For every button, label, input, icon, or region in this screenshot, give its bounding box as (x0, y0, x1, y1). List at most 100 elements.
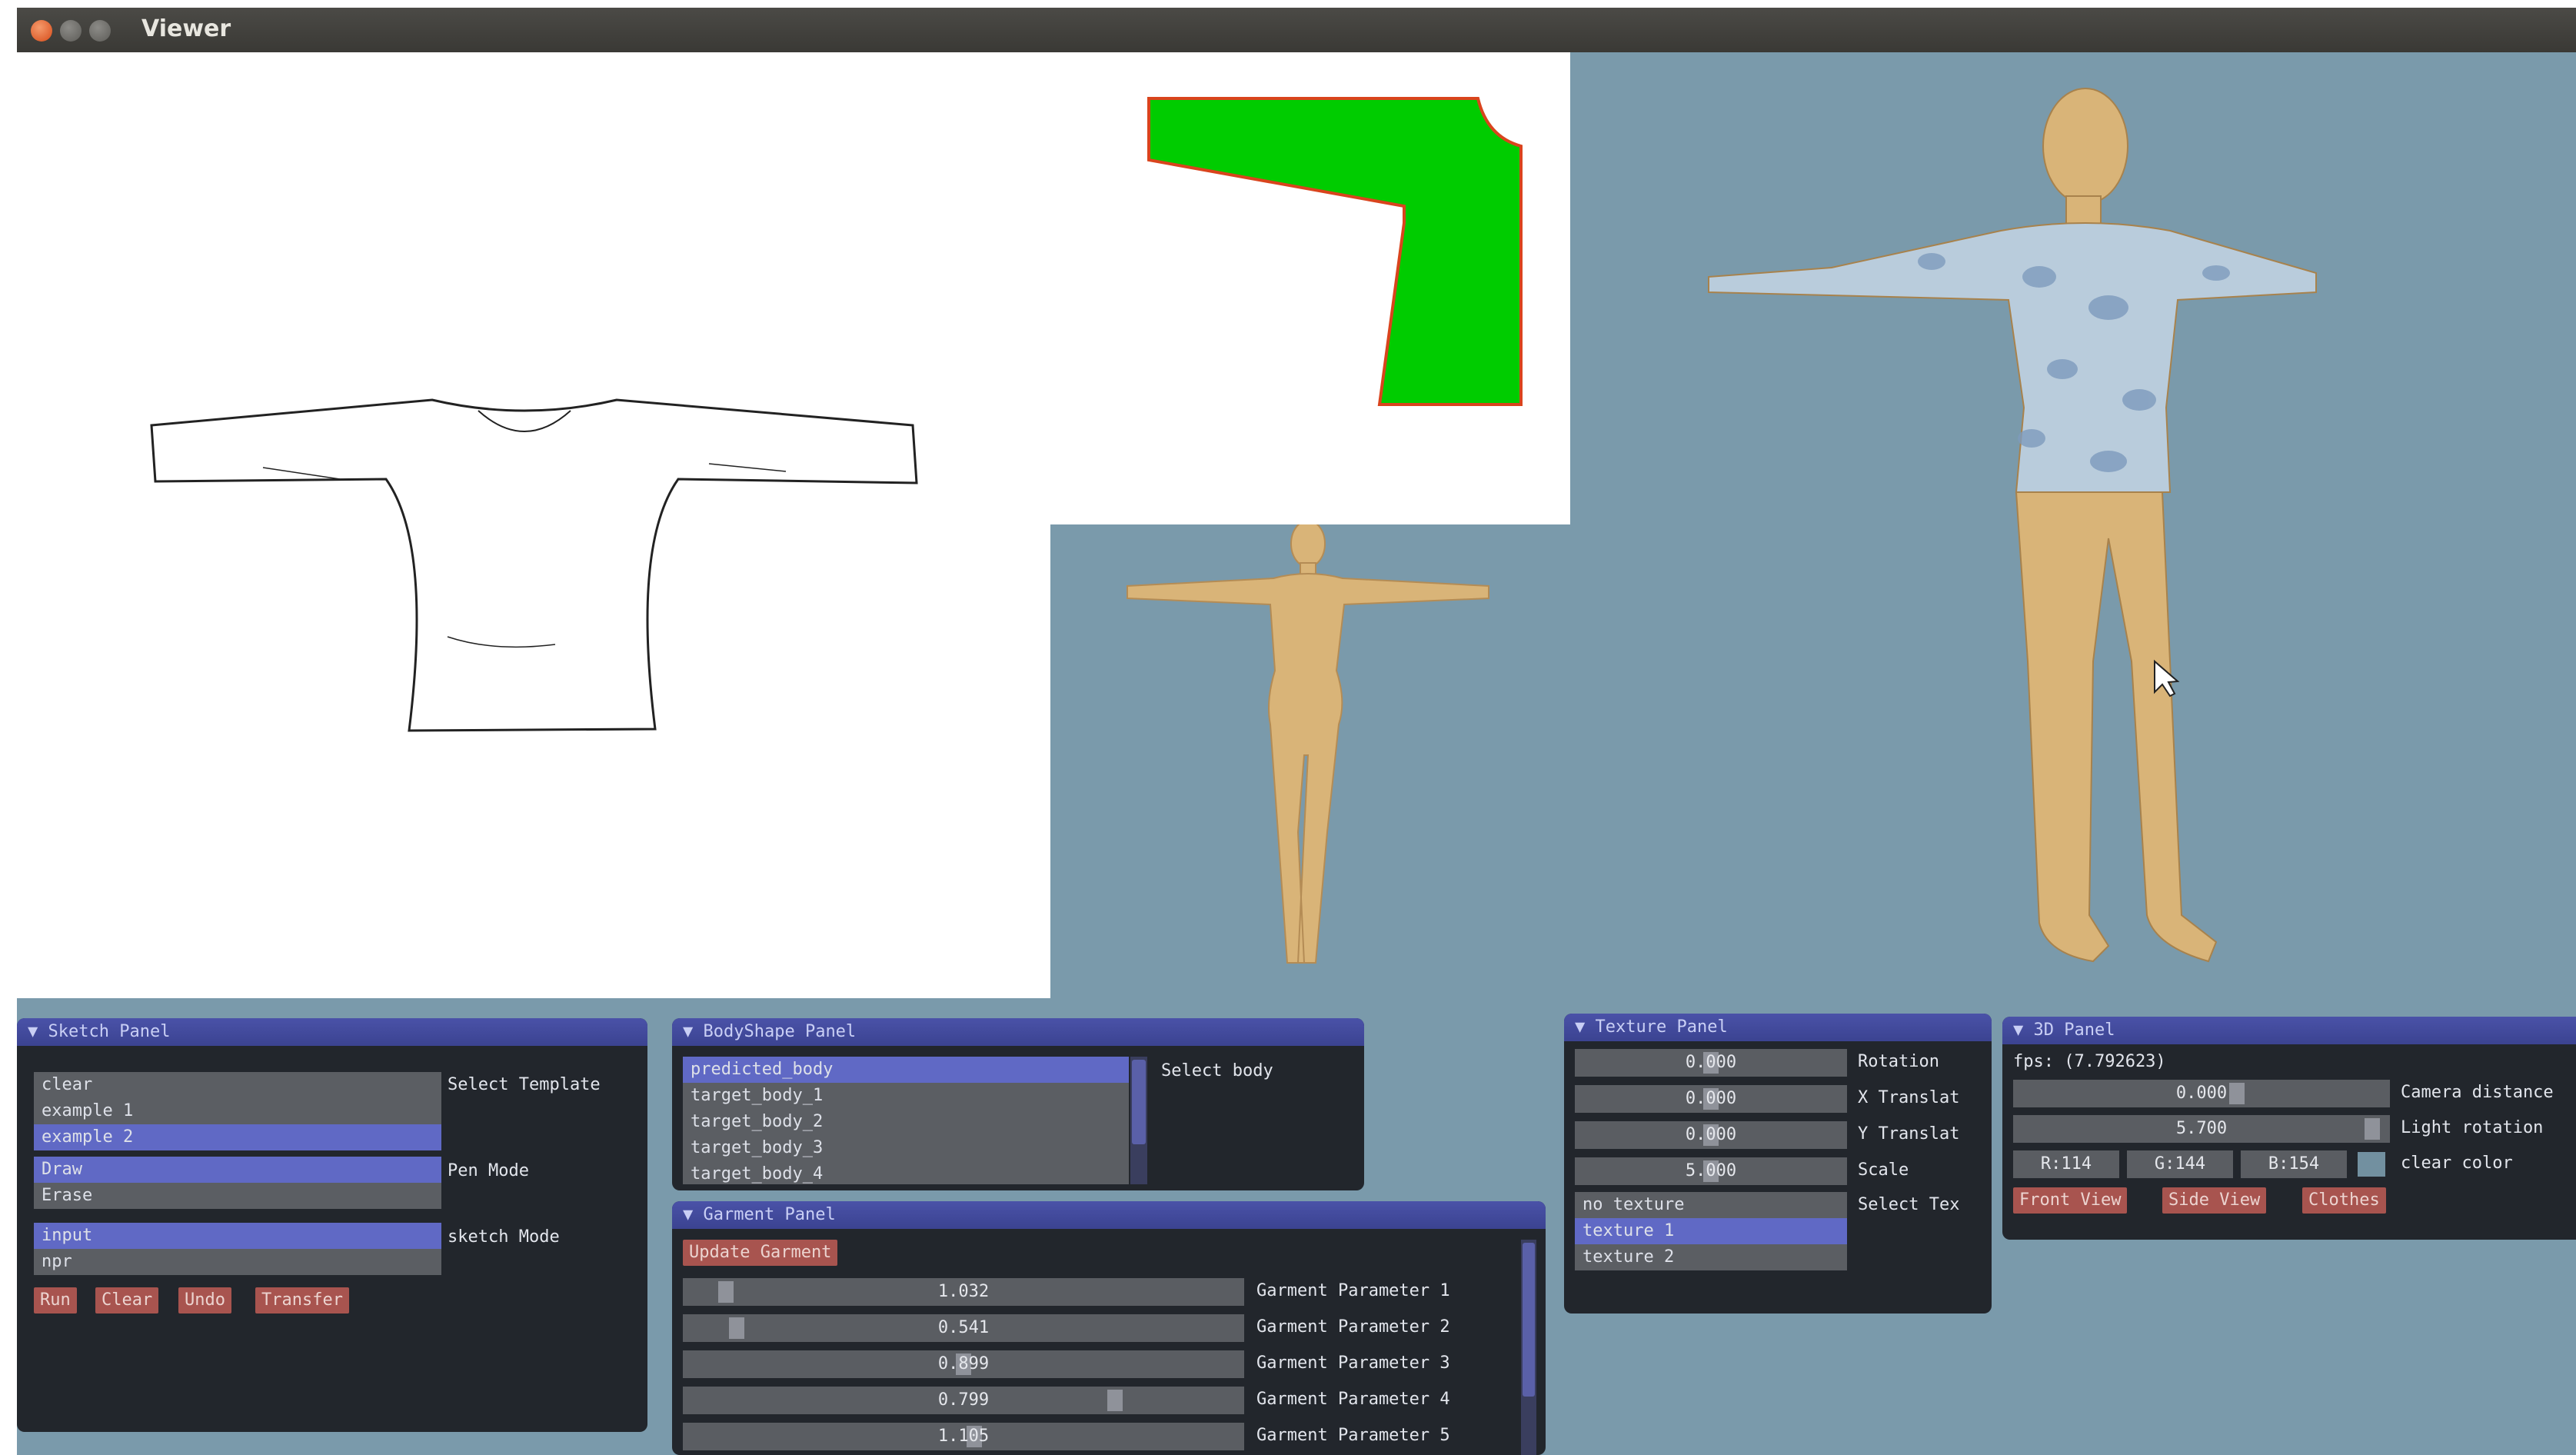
collapse-arrow-icon[interactable]: ▼ (28, 1022, 48, 1041)
clear-color-swatch[interactable] (2358, 1152, 2385, 1177)
pattern-canvas[interactable] (1050, 52, 1570, 524)
side-view-button[interactable]: Side View (2162, 1187, 2267, 1214)
textured-body-model (1708, 88, 2317, 963)
pen-mode-item[interactable]: Erase (34, 1183, 441, 1209)
texture-transform-slider[interactable]: 0.000 (1575, 1085, 1847, 1113)
template-item-selected[interactable]: example 2 (34, 1124, 441, 1150)
template-label: Select Template (448, 1075, 601, 1094)
texture-panel-title: Texture Panel (1595, 1017, 1728, 1037)
slider-value: 5.700 (2175, 1119, 2228, 1138)
sketch-mode-item-selected[interactable]: input (34, 1223, 441, 1249)
light-rotation-label: Light rotation (2401, 1118, 2544, 1137)
texture-panel-header[interactable]: ▼ Texture Panel (1564, 1014, 1992, 1041)
camera-distance-slider[interactable]: 0.000 (2013, 1080, 2390, 1107)
garment-panel-title: Garment Panel (703, 1205, 836, 1224)
body-list[interactable]: predicted_body target_body_1 target_body… (683, 1057, 1129, 1184)
garment-parameter-slider[interactable]: 1.105 (683, 1423, 1244, 1450)
garment-sketch (150, 398, 918, 732)
front-view-button[interactable]: Front View (2013, 1187, 2128, 1214)
body-item[interactable]: target_body_2 (683, 1109, 1129, 1135)
slider-value: 0.541 (937, 1318, 990, 1337)
texture-transform-label: Rotation (1858, 1052, 1939, 1071)
scrollbar-thumb[interactable] (1132, 1060, 1146, 1144)
pen-mode-item-selected[interactable]: Draw (34, 1157, 441, 1183)
clothes-button[interactable]: Clothes (2302, 1187, 2386, 1214)
minimize-window-icon[interactable] (60, 20, 82, 42)
garment-parameter-label: Garment Parameter 3 (1256, 1353, 1450, 1373)
collapse-arrow-icon[interactable]: ▼ (1575, 1017, 1596, 1037)
garment-parameter-slider[interactable]: 1.032 (683, 1278, 1244, 1306)
body-item[interactable]: target_body_3 (683, 1135, 1129, 1161)
garment-panel-scrollbar[interactable] (1521, 1240, 1536, 1455)
texture-item-selected[interactable]: texture 1 (1575, 1218, 1847, 1244)
title-bar: Viewer (17, 8, 2576, 52)
garment-pattern-piece (1147, 97, 1523, 406)
slider-value: 0.799 (937, 1390, 990, 1410)
texture-transform-slider[interactable]: 0.000 (1575, 1121, 1847, 1149)
viewer-window: Viewer ▼ Sketch Panel clear example 1 ex… (17, 8, 2576, 1455)
3d-panel-header[interactable]: ▼ 3D Panel (2002, 1017, 2576, 1044)
blue-value: B:154 (2268, 1154, 2320, 1174)
sketch-panel-header[interactable]: ▼ Sketch Panel (17, 1018, 647, 1046)
sketch-mode-item[interactable]: npr (34, 1249, 441, 1275)
close-window-icon[interactable] (31, 20, 52, 42)
body-item[interactable]: target_body_1 (683, 1083, 1129, 1109)
red-channel-input[interactable]: R:114 (2013, 1150, 2119, 1178)
bodyshape-panel: ▼ BodyShape Panel predicted_body target_… (672, 1018, 1364, 1190)
light-rotation-slider[interactable]: 5.700 (2013, 1115, 2390, 1143)
body-list-scrollbar[interactable] (1130, 1057, 1147, 1184)
undo-button[interactable]: Undo (178, 1287, 231, 1313)
collapse-arrow-icon[interactable]: ▼ (683, 1205, 704, 1224)
garment-panel-header[interactable]: ▼ Garment Panel (672, 1201, 1546, 1229)
slider-value: 0.000 (2175, 1084, 2228, 1103)
green-value: G:144 (2154, 1154, 2206, 1174)
garment-parameter-label: Garment Parameter 1 (1256, 1281, 1450, 1300)
template-list[interactable]: clear example 1 example 2 (34, 1072, 441, 1150)
bodyshape-panel-title: BodyShape Panel (703, 1022, 857, 1041)
update-garment-button[interactable]: Update Garment (683, 1240, 838, 1266)
collapse-arrow-icon[interactable]: ▼ (683, 1022, 704, 1041)
template-item[interactable]: example 1 (34, 1098, 441, 1124)
clear-color-label: clear color (2401, 1154, 2513, 1173)
texture-item[interactable]: no texture (1575, 1192, 1847, 1218)
garment-parameter-label: Garment Parameter 5 (1256, 1426, 1450, 1445)
body-item-selected[interactable]: predicted_body (683, 1057, 1129, 1083)
scrollbar-thumb[interactable] (1523, 1243, 1535, 1397)
texture-transform-label: Y Translat (1858, 1124, 1960, 1144)
slider-value: 0.000 (1685, 1089, 1737, 1108)
maximize-window-icon[interactable] (89, 20, 111, 42)
texture-item[interactable]: texture 2 (1575, 1244, 1847, 1270)
slider-value: 0.000 (1685, 1053, 1737, 1072)
garment-parameter-slider[interactable]: 0.541 (683, 1314, 1244, 1342)
template-item[interactable]: clear (34, 1072, 441, 1098)
transfer-button[interactable]: Transfer (255, 1287, 349, 1313)
garment-parameter-slider[interactable]: 0.899 (683, 1350, 1244, 1378)
window-title: Viewer (141, 15, 231, 42)
fps-readout: fps: (7.792623) (2013, 1052, 2166, 1071)
texture-list[interactable]: no texture texture 1 texture 2 (1575, 1192, 1847, 1270)
bodyshape-panel-header[interactable]: ▼ BodyShape Panel (672, 1018, 1364, 1046)
green-channel-input[interactable]: G:144 (2127, 1150, 2233, 1178)
run-button[interactable]: Run (34, 1287, 77, 1313)
sketch-mode-list[interactable]: input npr (34, 1223, 441, 1275)
garment-parameter-slider[interactable]: 0.799 (683, 1387, 1244, 1414)
texture-transform-slider[interactable]: 5.000 (1575, 1157, 1847, 1185)
pen-mode-label: Pen Mode (448, 1161, 529, 1180)
texture-transform-label: X Translat (1858, 1088, 1960, 1107)
sketch-canvas[interactable] (17, 52, 1050, 998)
pen-mode-list[interactable]: Draw Erase (34, 1157, 441, 1209)
garment-panel: ▼ Garment Panel Update Garment 1.032 Garm… (672, 1201, 1546, 1455)
sketch-panel-title: Sketch Panel (48, 1022, 171, 1041)
slider-value: 1.105 (937, 1427, 990, 1446)
red-value: R:114 (2040, 1154, 2092, 1174)
blue-channel-input[interactable]: B:154 (2241, 1150, 2347, 1178)
body-item[interactable]: target_body_4 (683, 1161, 1129, 1184)
3d-panel-title: 3D Panel (2033, 1020, 2115, 1040)
3d-panel: ▼ 3D Panel fps: (7.792623) 0.000 Camera … (2002, 1017, 2576, 1240)
texture-transform-slider[interactable]: 0.000 (1575, 1049, 1847, 1077)
camera-distance-label: Camera distance (2401, 1083, 2554, 1102)
texture-transform-label: Scale (1858, 1160, 1909, 1180)
clear-button[interactable]: Clear (95, 1287, 159, 1313)
collapse-arrow-icon[interactable]: ▼ (2013, 1020, 2034, 1040)
garment-parameter-label: Garment Parameter 4 (1256, 1390, 1450, 1409)
